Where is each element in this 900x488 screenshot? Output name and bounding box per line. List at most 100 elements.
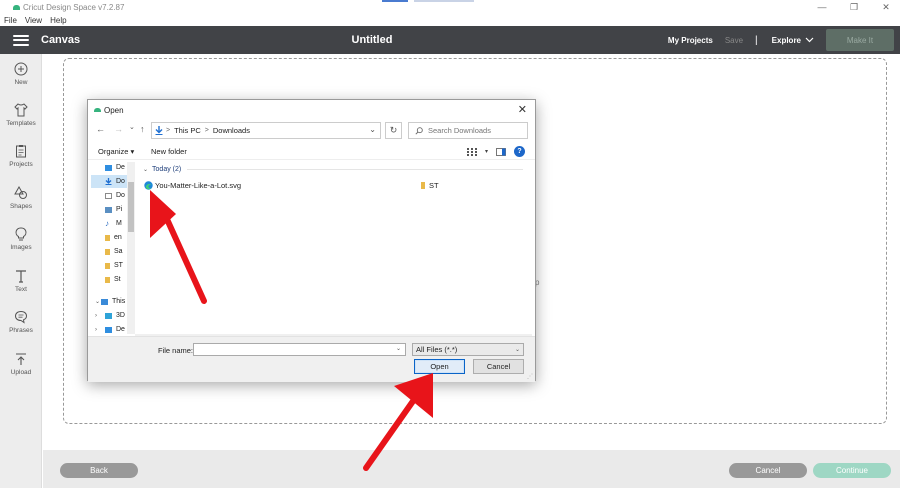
nav-item-label: De (116, 164, 125, 171)
explore-menu[interactable]: Explore (772, 36, 801, 45)
download-icon (155, 126, 163, 135)
sidebar-item-images[interactable]: Images (0, 227, 42, 251)
resize-grip-icon[interactable]: ⋰ (527, 373, 533, 380)
nav-item-pictures[interactable]: Pi (91, 203, 131, 216)
nav-item-label: Pi (116, 206, 123, 213)
group-divider (187, 169, 523, 170)
sidebar-item-projects[interactable]: Projects (0, 144, 42, 168)
dialog-bottom-panel: File name: ⌄ All Files (*.*) ⌄ Open Canc… (88, 336, 535, 382)
preview-pane-icon[interactable] (496, 147, 506, 156)
recent-locations-icon[interactable]: ⌄ (129, 123, 135, 131)
chevron-down-icon: ⌄ (514, 347, 520, 353)
group-header-today[interactable]: ⌄ Today (2) (143, 166, 523, 173)
close-icon[interactable]: ✕ (880, 2, 892, 13)
continue-button[interactable]: Continue (813, 463, 891, 478)
menu-help[interactable]: Help (50, 16, 66, 25)
organize-menu[interactable]: Organize ▾ (98, 147, 134, 156)
plus-circle-icon (14, 62, 28, 76)
dialog-close-icon[interactable]: ✕ (518, 103, 527, 116)
expand-caret-icon[interactable]: ⌄ (95, 298, 100, 305)
nav-item-folder-en[interactable]: en (91, 231, 131, 244)
file-name: ST (429, 181, 439, 190)
nav-item-music[interactable]: ♪ M (91, 217, 131, 230)
nav-pane-scroll-thumb[interactable] (128, 182, 134, 232)
sidebar-item-phrases[interactable]: Phrases (0, 310, 42, 334)
open-button[interactable]: Open (414, 359, 465, 374)
nav-item-3d-objects[interactable]: › 3D (91, 309, 131, 322)
nav-item-this-pc[interactable]: ⌄ This (91, 295, 131, 308)
search-box[interactable] (408, 122, 528, 139)
nav-pane-scrollbar[interactable] (127, 162, 135, 334)
cancel-button[interactable]: Cancel (729, 463, 807, 478)
file-type-filter[interactable]: All Files (*.*) ⌄ (412, 343, 524, 356)
file-list-pane: ⌄ Today (2) You-Matter-Like-a-Lot.svg ST (138, 161, 532, 335)
new-folder-button[interactable]: New folder (151, 147, 187, 156)
search-input[interactable] (428, 126, 518, 135)
chevron-down-icon[interactable] (805, 36, 814, 45)
dialog-command-bar: Organize ▾ New folder ▾ ? (88, 144, 535, 160)
nav-item-label: St (114, 276, 121, 283)
group-header-label: Today (2) (152, 166, 182, 173)
make-it-button[interactable]: Make It (826, 29, 894, 51)
file-name-dropdown-icon[interactable]: ⌄ (396, 345, 401, 352)
forward-arrow-icon[interactable]: → (114, 124, 123, 134)
nav-item-label: ST (114, 262, 123, 269)
title-highlight-bar-2 (414, 0, 474, 2)
minimize-icon[interactable]: — (816, 2, 828, 12)
nav-item-downloads[interactable]: Do (91, 175, 131, 188)
restore-icon[interactable]: ❐ (848, 2, 860, 13)
view-dropdown-icon[interactable]: ▾ (485, 148, 488, 155)
path-separator: > (204, 127, 209, 134)
speech-bubble-icon (14, 310, 28, 324)
nav-item-folder-sa[interactable]: Sa (91, 245, 131, 258)
documents-icon (105, 192, 112, 199)
my-projects-link[interactable]: My Projects (668, 36, 713, 45)
file-item-folder-st[interactable]: ST (421, 181, 439, 190)
clipboard-icon (16, 145, 26, 158)
view-options-icon[interactable] (466, 147, 477, 156)
desktop-icon (105, 164, 112, 171)
menu-file[interactable]: File (4, 16, 17, 25)
file-item-svg[interactable]: You-Matter-Like-a-Lot.svg (144, 181, 241, 190)
help-icon[interactable]: ? (514, 146, 525, 157)
nav-item-documents[interactable]: Do (91, 189, 131, 202)
address-bar[interactable]: > This PC > Downloads ⌄ (151, 122, 381, 139)
expand-caret-icon[interactable]: › (95, 313, 97, 319)
expand-caret-icon[interactable]: › (95, 327, 97, 333)
dialog-title: Open (104, 105, 124, 115)
menu-view[interactable]: View (25, 16, 42, 25)
back-button[interactable]: Back (60, 463, 138, 478)
sidebar-item-shapes[interactable]: Shapes (0, 186, 42, 210)
open-file-dialog: Open ✕ ← → ⌄ ↑ > This PC > Downloads ⌄ ↻… (87, 99, 536, 382)
header-actions: My Projects Save | Explore Make It (668, 26, 900, 54)
header-separator: | (755, 34, 758, 46)
address-dropdown-icon[interactable]: ⌄ (369, 125, 376, 134)
cricut-logo-icon (13, 4, 20, 10)
file-name-input[interactable] (193, 343, 406, 356)
up-arrow-icon[interactable]: ↑ (140, 124, 145, 134)
nav-item-desktop[interactable]: De (91, 161, 131, 174)
edge-icon (144, 181, 153, 190)
pictures-icon (105, 206, 112, 213)
folder-icon (105, 234, 110, 241)
nav-item-desktop-2[interactable]: › De (91, 323, 131, 336)
sidebar-label-templates: Templates (6, 120, 36, 127)
nav-item-folder-st2[interactable]: St (91, 273, 131, 286)
file-name: You-Matter-Like-a-Lot.svg (155, 181, 242, 190)
path-segment-this-pc[interactable]: This PC (174, 126, 201, 135)
nav-item-folder-st[interactable]: ST (91, 259, 131, 272)
app-title: Cricut Design Space v7.2.87 (13, 3, 124, 12)
sidebar-label-projects: Projects (9, 161, 33, 168)
sidebar-item-text[interactable]: Text (0, 269, 42, 293)
back-arrow-icon[interactable]: ← (96, 124, 105, 134)
desktop-icon (105, 326, 112, 333)
menu-bar: File View Help (0, 14, 900, 26)
save-link[interactable]: Save (725, 36, 743, 45)
shapes-icon (14, 186, 27, 199)
refresh-icon[interactable]: ↻ (385, 122, 402, 139)
sidebar-item-upload[interactable]: Upload (0, 352, 42, 376)
sidebar-item-new[interactable]: New (0, 62, 42, 86)
sidebar-item-templates[interactable]: Templates (0, 103, 42, 127)
path-segment-downloads[interactable]: Downloads (213, 126, 250, 135)
dialog-cancel-button[interactable]: Cancel (473, 359, 524, 374)
